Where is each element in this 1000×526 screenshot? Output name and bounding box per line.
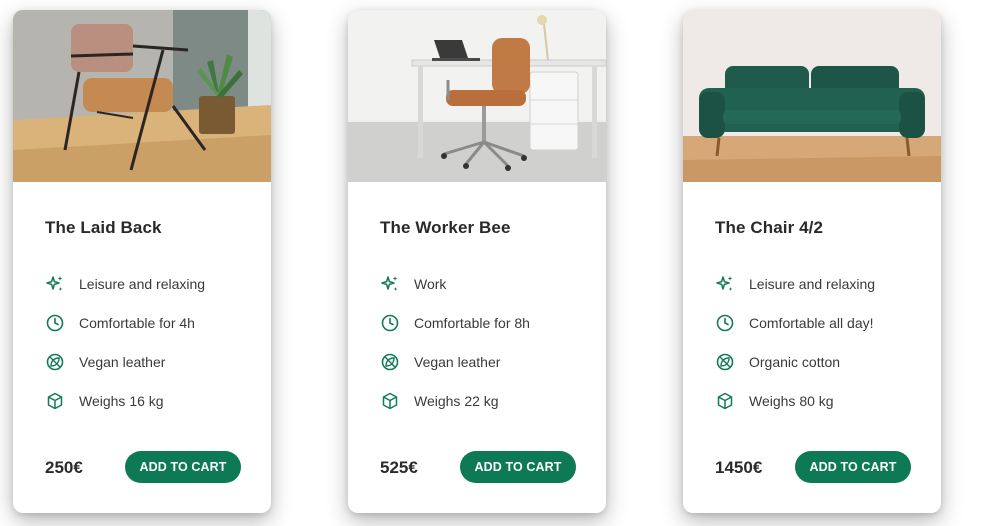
feature-list: Leisure and relaxing Comfortable all day…	[715, 264, 875, 420]
feature-text: Comfortable for 4h	[79, 314, 195, 331]
add-to-cart-button[interactable]: ADD TO CART	[125, 451, 241, 483]
product-title: The Laid Back	[45, 218, 162, 237]
feature-text: Weighs 22 kg	[414, 392, 499, 409]
feature-item: Comfortable for 8h	[380, 303, 530, 342]
feature-item: Weighs 80 kg	[715, 381, 875, 420]
product-photo-office-chair	[348, 10, 606, 182]
feature-text: Leisure and relaxing	[749, 275, 876, 292]
feature-item: Vegan leather	[380, 342, 530, 381]
product-price: 1450€	[715, 458, 763, 477]
sparkles-icon	[715, 274, 735, 294]
feature-item: Work	[380, 264, 530, 303]
add-to-cart-button[interactable]: ADD TO CART	[795, 451, 911, 483]
feature-text: Comfortable all day!	[749, 314, 874, 331]
feature-list: Work Comfortable for 8h Vegan leather We…	[380, 264, 530, 420]
box-icon	[380, 391, 400, 411]
product-grid: The Laid Back Leisure and relaxing Comfo…	[0, 0, 1000, 526]
feature-item: Leisure and relaxing	[715, 264, 875, 303]
product-photo-lounge-chair	[13, 10, 271, 182]
feature-text: Weighs 80 kg	[749, 392, 834, 409]
feature-item: Vegan leather	[45, 342, 205, 381]
product-card: The Worker Bee Work Comfortable for 8h V…	[348, 10, 606, 513]
clock-icon	[715, 313, 735, 333]
leaf-circle-icon	[380, 352, 400, 372]
feature-list: Leisure and relaxing Comfortable for 4h …	[45, 264, 205, 420]
leaf-circle-icon	[715, 352, 735, 372]
feature-text: Leisure and relaxing	[79, 275, 206, 292]
box-icon	[45, 391, 65, 411]
feature-text: Comfortable for 8h	[414, 314, 530, 331]
feature-item: Comfortable for 4h	[45, 303, 205, 342]
product-card: The Laid Back Leisure and relaxing Comfo…	[13, 10, 271, 513]
product-card: The Chair 4/2 Leisure and relaxing Comfo…	[683, 10, 941, 513]
add-to-cart-button[interactable]: ADD TO CART	[460, 451, 576, 483]
feature-text: Weighs 16 kg	[79, 392, 164, 409]
feature-item: Organic cotton	[715, 342, 875, 381]
feature-item: Weighs 22 kg	[380, 381, 530, 420]
feature-text: Work	[414, 275, 447, 292]
product-title: The Worker Bee	[380, 218, 511, 237]
leaf-circle-icon	[45, 352, 65, 372]
feature-item: Comfortable all day!	[715, 303, 875, 342]
sparkles-icon	[45, 274, 65, 294]
product-title: The Chair 4/2	[715, 218, 824, 237]
clock-icon	[380, 313, 400, 333]
feature-text: Organic cotton	[749, 353, 841, 370]
feature-item: Weighs 16 kg	[45, 381, 205, 420]
feature-text: Vegan leather	[79, 353, 166, 370]
product-price: 250€	[45, 458, 83, 477]
box-icon	[715, 391, 735, 411]
product-price: 525€	[380, 458, 418, 477]
product-photo-sofa	[683, 10, 941, 182]
sparkles-icon	[380, 274, 400, 294]
clock-icon	[45, 313, 65, 333]
feature-item: Leisure and relaxing	[45, 264, 205, 303]
feature-text: Vegan leather	[414, 353, 501, 370]
